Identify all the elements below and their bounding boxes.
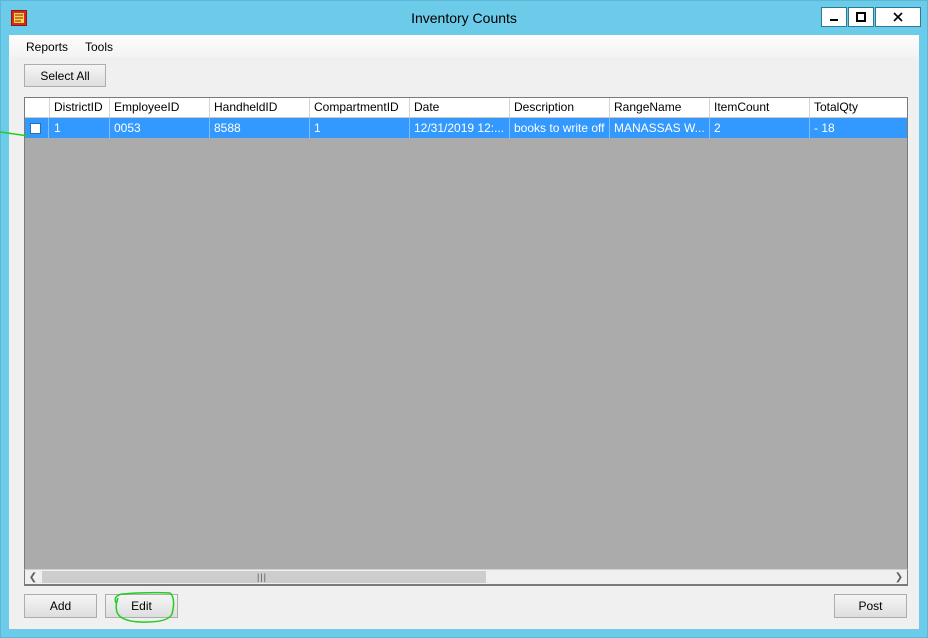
minimize-icon <box>830 19 838 21</box>
row-selector[interactable] <box>25 118 49 138</box>
post-button[interactable]: Post <box>834 594 907 618</box>
cell-itemcount[interactable]: 2 <box>710 118 810 138</box>
scroll-left-icon[interactable]: ❮ <box>25 570 41 584</box>
window-title: Inventory Counts <box>411 10 517 26</box>
maximize-button[interactable] <box>848 7 874 27</box>
edit-button[interactable]: Edit <box>105 594 178 618</box>
select-all-button[interactable]: Select All <box>24 64 106 87</box>
client-area: Reports Tools Select All DistrictID Empl… <box>9 35 919 629</box>
row-header-corner[interactable] <box>25 98 50 117</box>
scrollbar-thumb[interactable]: ||| <box>42 571 486 583</box>
menu-bar: Reports Tools <box>9 35 919 57</box>
inventory-counts-window: Inventory Counts Reports Tools Select Al… <box>0 0 928 638</box>
maximize-icon <box>856 12 866 22</box>
cell-rangename[interactable]: MANASSAS W... <box>610 118 710 138</box>
column-header-districtid[interactable]: DistrictID <box>50 98 110 117</box>
column-header-handheldid[interactable]: HandheldID <box>210 98 310 117</box>
close-icon <box>893 12 903 22</box>
close-button[interactable] <box>875 7 921 27</box>
grip-icon: ||| <box>257 572 268 582</box>
menu-tools[interactable]: Tools <box>85 40 113 54</box>
column-header-itemcount[interactable]: ItemCount <box>710 98 810 117</box>
column-header-date[interactable]: Date <box>410 98 510 117</box>
column-header-description[interactable]: Description <box>510 98 610 117</box>
cell-totalqty[interactable]: - 18 <box>810 118 907 138</box>
column-header-compartmentid[interactable]: CompartmentID <box>310 98 410 117</box>
column-header-totalqty[interactable]: TotalQty <box>810 98 907 117</box>
column-header-employeeid[interactable]: EmployeeID <box>110 98 210 117</box>
table-row[interactable]: 1 0053 8588 1 12/31/2019 12:... books to… <box>25 118 907 138</box>
title-bar[interactable]: Inventory Counts <box>1 1 927 35</box>
add-button[interactable]: Add <box>24 594 97 618</box>
inventory-grid[interactable]: DistrictID EmployeeID HandheldID Compart… <box>24 97 908 586</box>
cell-description[interactable]: books to write off <box>510 118 610 138</box>
cell-districtid[interactable]: 1 <box>50 118 110 138</box>
cell-handheldid[interactable]: 8588 <box>210 118 310 138</box>
cell-compartmentid[interactable]: 1 <box>310 118 410 138</box>
cell-employeeid[interactable]: 0053 <box>110 118 210 138</box>
minimize-button[interactable] <box>821 7 847 27</box>
scroll-right-icon[interactable]: ❯ <box>891 570 907 584</box>
horizontal-scrollbar[interactable]: ❮ ||| ❯ <box>24 569 908 585</box>
grid-header: DistrictID EmployeeID HandheldID Compart… <box>25 98 907 118</box>
column-header-rangename[interactable]: RangeName <box>610 98 710 117</box>
menu-reports[interactable]: Reports <box>26 40 68 54</box>
cell-date[interactable]: 12/31/2019 12:... <box>410 118 510 138</box>
row-checkbox[interactable] <box>30 123 41 134</box>
